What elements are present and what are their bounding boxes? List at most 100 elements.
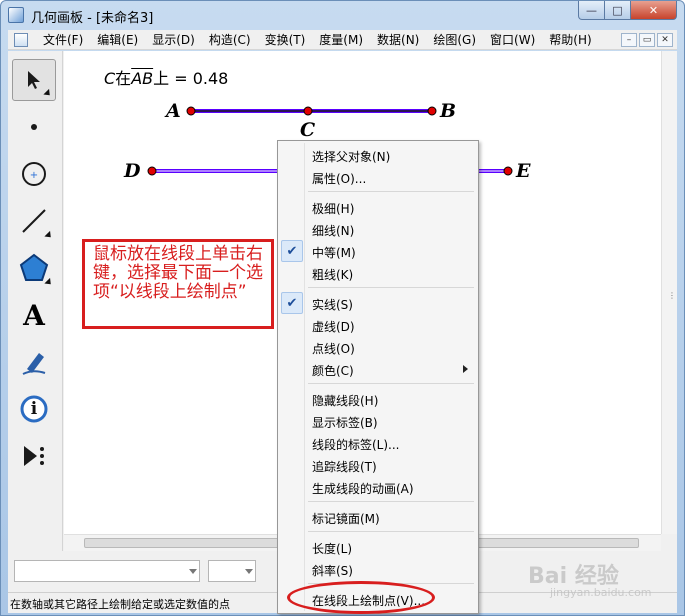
- point-tool[interactable]: [12, 106, 56, 148]
- menu-construct[interactable]: 构造(C): [202, 31, 258, 48]
- line-segment-icon: [22, 209, 46, 233]
- checkmark-icon: ✔: [281, 292, 303, 314]
- context-menu-item[interactable]: 细线(N): [280, 218, 476, 240]
- point-a[interactable]: [186, 106, 196, 116]
- context-menu-item[interactable]: ✔ 中等(M): [280, 240, 476, 262]
- watermark-sub: jingyan.baidu.com: [550, 586, 652, 599]
- mdi-restore-button[interactable]: ▭: [639, 32, 655, 47]
- window-title: 几何画板 - [未命名3]: [31, 11, 154, 26]
- compass-tool[interactable]: +: [12, 153, 56, 195]
- instruction-callout: 鼠标放在线段上单击右键，选择最下面一个选项“以线段上绘制点”: [82, 239, 274, 329]
- context-menu-item[interactable]: 长度(L): [280, 536, 476, 558]
- chevron-down-icon: [245, 569, 253, 574]
- information-tool[interactable]: i: [12, 388, 56, 430]
- play-custom-icon: [24, 446, 44, 466]
- info-glyph: i: [30, 399, 38, 419]
- context-menu-item-label: 点线(O): [312, 342, 355, 356]
- context-menu-item[interactable]: 显示标签(B): [280, 410, 476, 432]
- label-b[interactable]: B: [440, 100, 456, 122]
- checkmark-icon: ✔: [281, 240, 303, 262]
- context-menu-item[interactable]: 斜率(S): [280, 558, 476, 580]
- watermark: Bai 经验 jingyan.baidu.com: [528, 558, 652, 599]
- context-menu-item-label: 颜色(C): [312, 364, 354, 378]
- menu-separator: [308, 531, 474, 532]
- menu-window[interactable]: 窗口(W): [483, 31, 542, 48]
- title-bar[interactable]: 几何画板 - [未命名3] — □ ✕: [1, 1, 684, 31]
- selection-arrow-tool[interactable]: [12, 59, 56, 101]
- context-menu-item[interactable]: 虚线(D): [280, 314, 476, 336]
- context-menu-item-label: 属性(O)...: [312, 172, 367, 186]
- point-b[interactable]: [427, 106, 437, 116]
- minimize-button[interactable]: —: [578, 1, 605, 20]
- context-menu-item-label: 生成线段的动画(A): [312, 482, 414, 496]
- vertical-scrollbar[interactable]: ⋮: [661, 51, 677, 534]
- label-e[interactable]: E: [516, 160, 530, 182]
- context-menu-item[interactable]: 标记镜面(M): [280, 506, 476, 528]
- context-menu-item[interactable]: 选择父对象(N): [280, 144, 476, 166]
- label-d[interactable]: D: [124, 160, 140, 182]
- menu-bar: 文件(F) 编辑(E) 显示(D) 构造(C) 变换(T) 度量(M) 数据(N…: [8, 30, 677, 50]
- point-e[interactable]: [503, 166, 513, 176]
- context-menu-item-label: 显示标签(B): [312, 416, 378, 430]
- context-menu-item-label: 线段的标签(L)...: [312, 438, 400, 452]
- label-a[interactable]: A: [166, 100, 181, 122]
- mdi-minimize-button[interactable]: –: [621, 32, 637, 47]
- context-menu-item-label: 实线(S): [312, 298, 353, 312]
- context-menu-item-label: 细线(N): [312, 224, 355, 238]
- context-menu-item-label: 极细(H): [312, 202, 355, 216]
- custom-tool[interactable]: [12, 435, 56, 477]
- context-menu-item-label: 虚线(D): [312, 320, 355, 334]
- marker-tool[interactable]: [12, 341, 56, 383]
- scroll-grip-icon: ⋮: [668, 291, 676, 300]
- menu-separator: [308, 287, 474, 288]
- context-menu-item-label: 粗线(K): [312, 268, 354, 282]
- menu-file[interactable]: 文件(F): [36, 31, 90, 48]
- straightedge-tool[interactable]: [12, 200, 56, 242]
- menu-measure[interactable]: 度量(M): [312, 31, 370, 48]
- context-menu-item[interactable]: 颜色(C): [280, 358, 476, 380]
- context-menu-item[interactable]: ✔ 实线(S): [280, 292, 476, 314]
- menu-transform[interactable]: 变换(T): [258, 31, 313, 48]
- context-menu-item[interactable]: 极细(H): [280, 196, 476, 218]
- style-combo[interactable]: [14, 560, 200, 582]
- circle-icon: +: [22, 162, 46, 186]
- context-menu-item[interactable]: 生成线段的动画(A): [280, 476, 476, 498]
- context-menu-item-label: 标记镜面(M): [312, 512, 380, 526]
- context-menu-item[interactable]: 粗线(K): [280, 262, 476, 284]
- menu-help[interactable]: 帮助(H): [542, 31, 598, 48]
- polygon-tool[interactable]: [12, 247, 56, 289]
- text-a-icon: A: [23, 298, 45, 332]
- menu-display[interactable]: 显示(D): [145, 31, 202, 48]
- context-menu-item[interactable]: 属性(O)...: [280, 166, 476, 188]
- svg-text:+: +: [30, 170, 38, 181]
- context-menu-item[interactable]: 追踪线段(T): [280, 454, 476, 476]
- app-icon: [8, 7, 24, 23]
- context-menu-item-label: 选择父对象(N): [312, 150, 391, 164]
- mdi-close-button[interactable]: ✕: [657, 32, 673, 47]
- point-d[interactable]: [147, 166, 157, 176]
- menu-graph[interactable]: 绘图(G): [426, 31, 483, 48]
- context-menu-item[interactable]: 线段的标签(L)...: [280, 432, 476, 454]
- mdi-buttons: – ▭ ✕: [621, 32, 673, 47]
- menu-number[interactable]: 数据(N): [370, 31, 426, 48]
- polygon-icon: [19, 253, 49, 281]
- size-combo[interactable]: [208, 560, 256, 582]
- text-tool[interactable]: A: [12, 294, 56, 336]
- menu-separator: [308, 383, 474, 384]
- menu-edit[interactable]: 编辑(E): [90, 31, 145, 48]
- menu-separator: [308, 501, 474, 502]
- document-icon[interactable]: [14, 32, 28, 47]
- context-menu-item-label: 追踪线段(T): [312, 460, 377, 474]
- context-menu-item-label: 中等(M): [312, 246, 356, 260]
- context-menu-item[interactable]: 点线(O): [280, 336, 476, 358]
- close-button[interactable]: ✕: [630, 1, 677, 20]
- point-c[interactable]: [303, 106, 313, 116]
- context-menu-item[interactable]: 隐藏线段(H): [280, 388, 476, 410]
- marker-pen-icon: [22, 353, 46, 375]
- maximize-button[interactable]: □: [604, 1, 631, 20]
- context-menu: 选择父对象(N) 属性(O)... 极细(H) 细线(N) ✔ 中等(M) 粗线(K) ✔ 实线…: [277, 140, 479, 614]
- label-c[interactable]: C: [300, 119, 315, 141]
- chevron-down-icon: [189, 569, 197, 574]
- arrow-pointer-icon: [28, 71, 40, 89]
- point-icon: [31, 124, 37, 130]
